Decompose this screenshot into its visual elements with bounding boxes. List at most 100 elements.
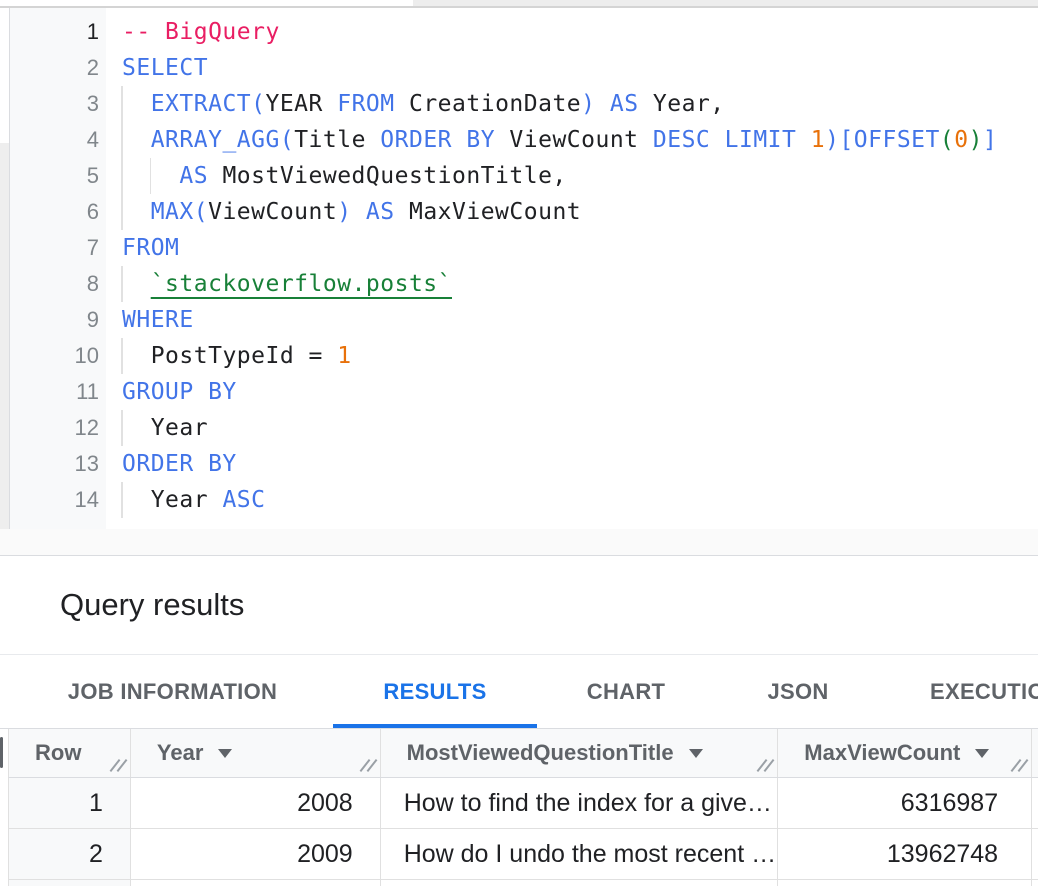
line-number: 10 bbox=[10, 338, 106, 374]
table-scrollbar-thumb[interactable] bbox=[0, 737, 3, 768]
indent-guide bbox=[121, 266, 123, 302]
code-token: ) bbox=[969, 127, 983, 153]
line-number: 1 bbox=[10, 14, 106, 50]
column-header-label: Year bbox=[157, 740, 204, 766]
line-number: 8 bbox=[10, 266, 106, 302]
code-token: 1 bbox=[811, 127, 825, 153]
column-resize-handle-icon[interactable] bbox=[108, 758, 128, 774]
code-token: `stackoverflow.posts` bbox=[151, 271, 452, 297]
top-divider bbox=[0, 0, 1038, 8]
code-token: ARRAY_AGG( bbox=[151, 127, 294, 153]
line-number: 14 bbox=[10, 482, 106, 518]
code-token: ] bbox=[983, 127, 997, 153]
code-token: MaxViewCount bbox=[409, 199, 581, 225]
code-line-12[interactable]: Year bbox=[106, 410, 1038, 446]
panel-resizer[interactable] bbox=[0, 529, 1038, 556]
column-header-year[interactable]: Year bbox=[131, 729, 381, 777]
column-resize-handle-icon[interactable] bbox=[358, 758, 378, 774]
code-area[interactable]: -- BigQuery SELECT EXTRACT(YEAR FROM Crea… bbox=[106, 8, 1038, 529]
sql-editor[interactable]: 1234567891011121314 -- BigQuerySELECT EX… bbox=[0, 8, 1038, 529]
code-token: SELECT bbox=[122, 55, 208, 81]
tab-json[interactable]: JSON bbox=[715, 655, 881, 728]
code-line-8[interactable]: `stackoverflow.posts` bbox=[106, 266, 1038, 302]
line-number: 7 bbox=[10, 230, 106, 266]
column-header-label: Row bbox=[35, 740, 81, 766]
code-token: AS bbox=[179, 163, 222, 189]
indent-guide bbox=[121, 86, 123, 122]
code-token: Year, bbox=[653, 91, 725, 117]
code-token: EXTRACT( bbox=[151, 91, 266, 117]
code-token: Year bbox=[151, 487, 223, 513]
results-table: Row Year MostViewedQuestionTitle MaxViewCou… bbox=[8, 729, 1038, 886]
tab-label: CHART bbox=[587, 679, 666, 705]
code-token: Title bbox=[294, 127, 380, 153]
code-line-13[interactable]: ORDER BY bbox=[106, 446, 1038, 482]
code-line-9[interactable]: WHERE bbox=[106, 302, 1038, 338]
table-cell bbox=[131, 880, 381, 886]
table-cell bbox=[381, 880, 779, 886]
indent-guide bbox=[121, 194, 123, 230]
table-cell: How do I undo the most recent … bbox=[381, 829, 779, 879]
code-line-10[interactable]: PostTypeId = 1 bbox=[106, 338, 1038, 374]
sort-arrow-icon[interactable] bbox=[689, 749, 703, 758]
table-row: 12008How to find the index for a give…63… bbox=[8, 778, 1038, 829]
code-token: ( bbox=[940, 127, 954, 153]
table-cell: 2009 bbox=[131, 829, 381, 879]
sort-arrow-icon[interactable] bbox=[218, 749, 232, 758]
code-token: DESC LIMIT bbox=[653, 127, 811, 153]
code-token: ORDER BY bbox=[122, 451, 237, 477]
indent-guide bbox=[150, 158, 152, 194]
code-line-2[interactable]: SELECT bbox=[106, 50, 1038, 86]
code-line-14[interactable]: Year ASC bbox=[106, 482, 1038, 518]
code-token: ) AS bbox=[337, 199, 409, 225]
code-line-11[interactable]: GROUP BY bbox=[106, 374, 1038, 410]
code-line-3[interactable]: EXTRACT(YEAR FROM CreationDate) AS Year, bbox=[106, 86, 1038, 122]
code-token: PostTypeId = bbox=[151, 343, 338, 369]
line-number: 9 bbox=[10, 302, 106, 338]
table-cell bbox=[1032, 778, 1038, 828]
tab-execution-details[interactable]: EXECUTION DETAILS bbox=[893, 655, 1038, 728]
code-line-5[interactable]: AS MostViewedQuestionTitle, bbox=[106, 158, 1038, 194]
column-header-mostviewedquestiontitle[interactable]: MostViewedQuestionTitle bbox=[381, 729, 779, 777]
code-token: YEAR bbox=[265, 91, 337, 117]
query-results-panel: Query results bbox=[0, 556, 1038, 655]
column-resize-handle-icon[interactable] bbox=[1009, 758, 1029, 774]
column-header-label: MostViewedQuestionTitle bbox=[407, 740, 674, 766]
top-divider-shaded-region bbox=[413, 0, 1038, 6]
column-header-row: Row bbox=[9, 729, 131, 777]
code-line-6[interactable]: MAX(ViewCount) AS MaxViewCount bbox=[106, 194, 1038, 230]
editor-left-scrollbar-track bbox=[0, 143, 9, 529]
code-token: ASC bbox=[222, 487, 265, 513]
indent-guide bbox=[121, 338, 123, 374]
code-token: MAX( bbox=[151, 199, 208, 225]
column-resize-handle-icon[interactable] bbox=[755, 758, 775, 774]
line-number: 5 bbox=[10, 158, 106, 194]
sort-arrow-icon[interactable] bbox=[975, 749, 989, 758]
code-line-7[interactable]: FROM bbox=[106, 230, 1038, 266]
table-cell bbox=[9, 880, 131, 886]
column-header-maxviewcount[interactable]: MaxViewCount bbox=[778, 729, 1032, 777]
line-number: 6 bbox=[10, 194, 106, 230]
tab-results[interactable]: RESULTS bbox=[333, 655, 537, 728]
code-token: MostViewedQuestionTitle, bbox=[222, 163, 566, 189]
line-number: 3 bbox=[10, 86, 106, 122]
editor-left-scrollbar[interactable] bbox=[0, 8, 10, 529]
table-row-partial bbox=[8, 880, 1038, 886]
tab-chart[interactable]: CHART bbox=[549, 655, 703, 728]
indent-guide bbox=[121, 410, 123, 446]
code-line-1[interactable]: -- BigQuery bbox=[106, 14, 1038, 50]
table-cell bbox=[778, 880, 1032, 886]
table-cell: 1 bbox=[9, 778, 131, 828]
tab-job-information[interactable]: JOB INFORMATION bbox=[36, 655, 309, 728]
line-number: 13 bbox=[10, 446, 106, 482]
tab-label: JSON bbox=[767, 679, 828, 705]
indent-guide bbox=[121, 122, 123, 158]
code-token: FROM bbox=[337, 91, 409, 117]
results-tab-bar: JOB INFORMATION RESULTS CHART JSON EXECUTION… bbox=[0, 655, 1038, 729]
table-header-row: Row Year MostViewedQuestionTitle MaxViewCou… bbox=[8, 729, 1038, 778]
table-cell bbox=[1032, 829, 1038, 879]
tab-label: JOB INFORMATION bbox=[68, 679, 277, 705]
code-line-4[interactable]: ARRAY_AGG(Title ORDER BY ViewCount DESC … bbox=[106, 122, 1038, 158]
table-cell: 2 bbox=[9, 829, 131, 879]
indent-guide bbox=[121, 158, 123, 194]
